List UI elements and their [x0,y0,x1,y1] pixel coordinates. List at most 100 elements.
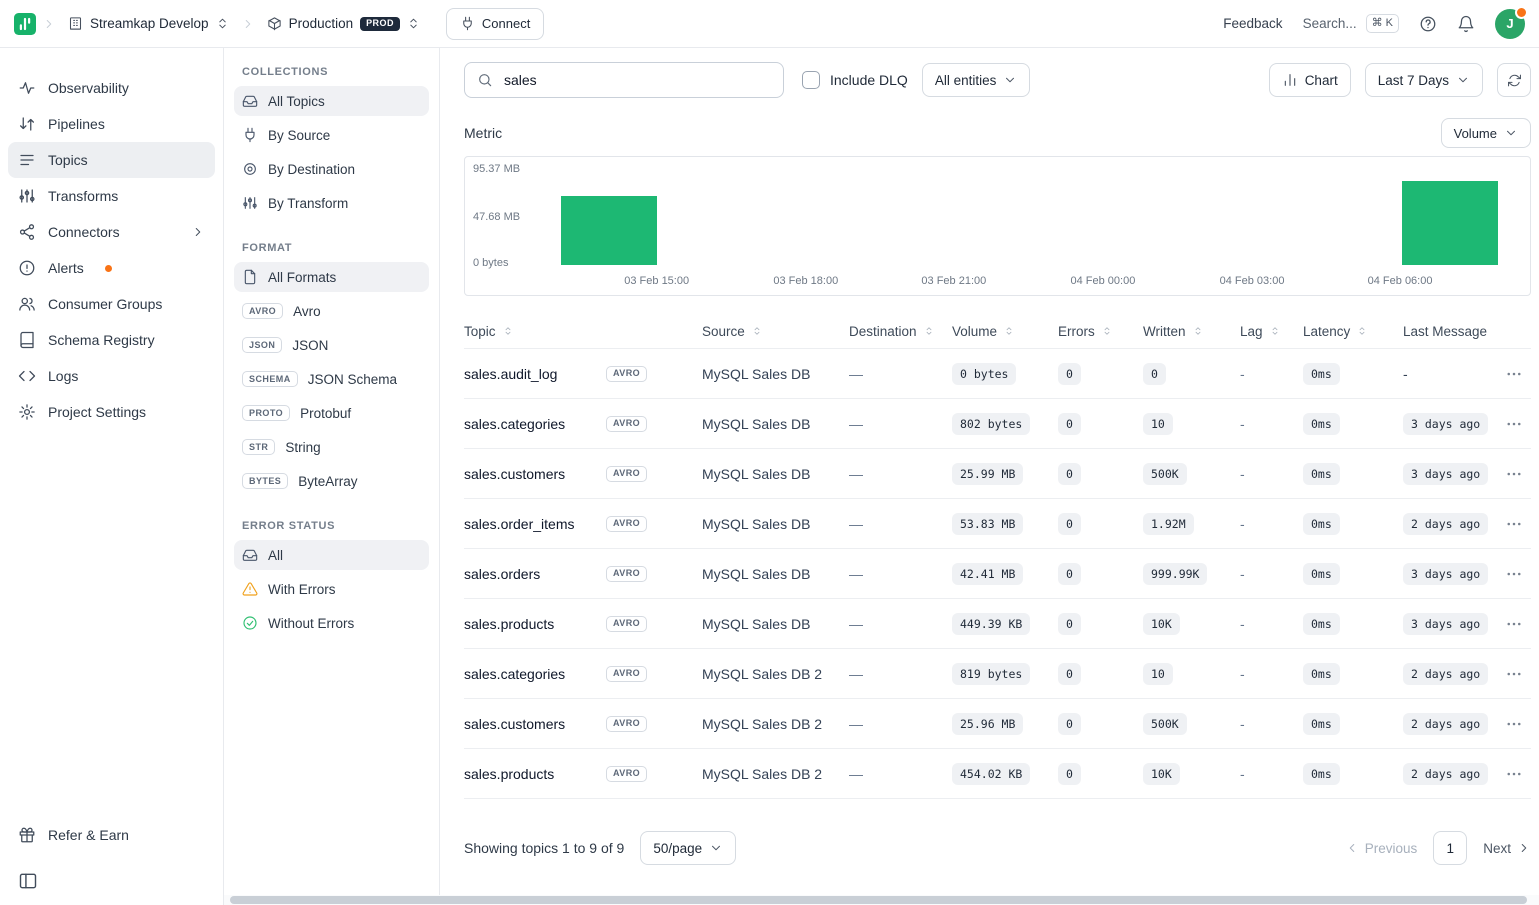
row-actions-button[interactable] [1501,761,1527,787]
chevron-right-icon [1517,841,1531,855]
gift-icon [18,826,36,844]
column-header-last-message[interactable]: Last Message [1403,314,1491,348]
table-row-sales-customers[interactable]: sales.customers AVRO MySQL Sales DB — 25… [464,448,1531,498]
topic-search[interactable] [464,62,784,98]
date-range-select[interactable]: Last 7 Days [1364,63,1483,97]
column-header-written[interactable]: Written [1143,314,1240,348]
help-button[interactable] [1419,15,1437,33]
collapse-sidebar-button[interactable] [8,867,48,895]
sidebar-item-transforms[interactable]: Transforms [8,178,215,214]
dots-icon [1505,765,1523,783]
feedback-button[interactable]: Feedback [1223,16,1282,31]
avatar[interactable]: J [1495,5,1528,39]
row-actions-button[interactable] [1501,611,1527,637]
horizontal-scrollbar[interactable] [224,895,1539,905]
sidebar-item-alerts[interactable]: Alerts [8,250,215,286]
table-row-sales-orders[interactable]: sales.orders AVRO MySQL Sales DB — 42.41… [464,548,1531,598]
chart-icon [1282,72,1298,88]
gear-icon [18,403,36,421]
chevron-left-icon [1345,841,1359,855]
format-filter-string[interactable]: STR String [234,432,429,462]
chart-toggle-button[interactable]: Chart [1268,63,1351,97]
column-header-topic[interactable]: Topic [464,314,702,348]
column-header-lag[interactable]: Lag [1240,314,1303,348]
format-filter-avro[interactable]: AVRO Avro [234,296,429,326]
row-actions-button[interactable] [1501,511,1527,537]
row-actions-button[interactable] [1501,461,1527,487]
last-message-value: - [1403,365,1408,382]
file-icon [242,269,258,285]
row-actions-button[interactable] [1501,561,1527,587]
refresh-button[interactable] [1497,63,1531,97]
page-number-button[interactable]: 1 [1433,831,1468,865]
table-row-sales-products[interactable]: sales.products AVRO MySQL Sales DB — 449… [464,598,1531,648]
chevron-right-icon [191,225,205,239]
collection-filter-by-transform[interactable]: By Transform [234,188,429,218]
collection-filter-by-source[interactable]: By Source [234,120,429,150]
include-dlq-toggle[interactable]: Include DLQ [802,71,908,89]
chevron-down-icon [1003,73,1017,87]
column-header-volume[interactable]: Volume [952,314,1058,348]
sidebar-item-topics[interactable]: Topics [8,142,215,178]
topic-name: sales.categories [464,665,566,682]
previous-page-button[interactable]: Previous [1345,841,1417,856]
latency-value: 0ms [1303,512,1340,535]
column-header[interactable] [1491,314,1531,348]
format-badge: AVRO [606,665,648,682]
table-row-sales-audit-log[interactable]: sales.audit_log AVRO MySQL Sales DB — 0 … [464,348,1531,398]
table-row-sales-customers[interactable]: sales.customers AVRO MySQL Sales DB 2 — … [464,698,1531,748]
next-page-button[interactable]: Next [1483,841,1531,856]
written-value: 10 [1143,412,1173,435]
table-row-sales-categories[interactable]: sales.categories AVRO MySQL Sales DB — 8… [464,398,1531,448]
format-filter-json-schema[interactable]: SCHEMA JSON Schema [234,364,429,394]
topic-search-input[interactable] [502,71,771,89]
environment-switcher[interactable]: Production PROD [261,12,426,35]
error-status-filter-all[interactable]: All [234,540,429,570]
column-header-latency[interactable]: Latency [1303,314,1403,348]
sidebar-item-pipelines[interactable]: Pipelines [8,106,215,142]
topic-name: sales.customers [464,715,566,732]
row-actions-button[interactable] [1501,361,1527,387]
sidebar-item-schema-registry[interactable]: Schema Registry [8,322,215,358]
sidebar-item-logs[interactable]: Logs [8,358,215,394]
column-header-source[interactable]: Source [702,314,849,348]
global-search-button[interactable]: Search... ⌘ K [1303,13,1399,34]
format-filter-protobuf[interactable]: PROTO Protobuf [234,398,429,428]
table-row-sales-order-items[interactable]: sales.order_items AVRO MySQL Sales DB — … [464,498,1531,548]
sidebar-item-refer-earn[interactable]: Refer & Earn [8,817,215,853]
metric-select[interactable]: Volume [1440,118,1531,148]
connect-button[interactable]: Connect [445,7,545,40]
error-status-filter-with-errors[interactable]: With Errors [234,574,429,604]
streamkap-logo[interactable] [14,12,36,35]
collection-filter-by-destination[interactable]: By Destination [234,154,429,184]
sidebar-item-observability[interactable]: Observability [8,70,215,106]
sidebar-item-consumer-groups[interactable]: Consumer Groups [8,286,215,322]
x-axis-tick: 04 Feb 00:00 [1070,275,1136,287]
row-actions-button[interactable] [1501,661,1527,687]
sidebar-item-project-settings[interactable]: Project Settings [8,394,215,430]
row-actions-button[interactable] [1501,711,1527,737]
x-axis-tick: 03 Feb 18:00 [773,275,839,287]
notifications-button[interactable] [1457,15,1475,33]
page-size-select[interactable]: 50/page [640,831,737,865]
column-header-destination[interactable]: Destination [849,314,952,348]
column-header-errors[interactable]: Errors [1058,314,1143,348]
org-switcher[interactable]: Streamkap Develop [62,12,235,35]
volume-bar[interactable] [560,196,657,265]
include-dlq-checkbox[interactable] [802,71,820,89]
sidebar-item-connectors[interactable]: Connectors [8,214,215,250]
scrollbar-thumb[interactable] [230,896,1527,904]
table-row-sales-products[interactable]: sales.products AVRO MySQL Sales DB 2 — 4… [464,748,1531,798]
entities-select[interactable]: All entities [921,63,1031,97]
format-filter-all-formats[interactable]: All Formats [234,262,429,292]
row-actions-button[interactable] [1501,411,1527,437]
latency-value: 0ms [1303,762,1340,785]
format-filter-bytearray[interactable]: BYTES ByteArray [234,466,429,496]
alert-indicator-dot [104,264,112,272]
collection-filter-all-topics[interactable]: All Topics [234,86,429,116]
table-row-sales-categories[interactable]: sales.categories AVRO MySQL Sales DB 2 —… [464,648,1531,698]
volume-bar[interactable] [1402,181,1499,265]
error-status-filter-without-errors[interactable]: Without Errors [234,608,429,638]
format-filter-json[interactable]: JSON JSON [234,330,429,360]
written-value: 0 [1143,362,1166,385]
